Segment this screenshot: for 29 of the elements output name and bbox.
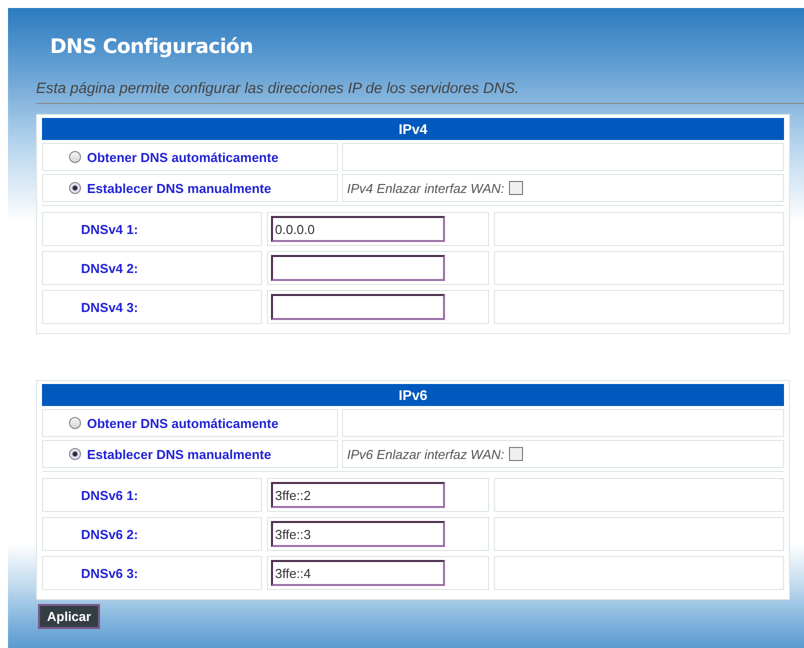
field-label: DNSv6 2: [81, 526, 138, 542]
option-label: Establecer DNS manualmente [87, 446, 272, 462]
wan-bind-label: IPv6 Enlazar interfaz WAN: [347, 446, 504, 462]
checkbox[interactable] [509, 181, 524, 195]
input-field[interactable] [271, 255, 445, 281]
page-description: Esta página permite configurar las direcciones IP de los servidores DNS. [36, 80, 520, 99]
radio-button[interactable] [69, 151, 81, 163]
input-field[interactable]: 3ffe::4 [271, 560, 445, 586]
input-field[interactable]: 3ffe::2 [271, 482, 445, 508]
radio-button[interactable] [69, 448, 81, 460]
input-field[interactable] [271, 294, 445, 320]
page-title: DNS Configuración [50, 34, 254, 58]
field-label: DNSv6 3: [81, 566, 138, 580]
input-field[interactable]: 3ffe::3 [271, 521, 445, 547]
section-header: IPv4 [42, 118, 784, 140]
input-field[interactable]: 0.0.0.0 [271, 216, 445, 242]
checkbox[interactable] [509, 447, 524, 461]
section-header: IPv6 [42, 384, 784, 406]
option-label: Obtener DNS automáticamente [87, 150, 278, 164]
field-label: DNSv6 1: [81, 488, 138, 502]
radio-button[interactable] [69, 182, 81, 194]
field-label: DNSv4 2: [81, 260, 138, 276]
option-label: Obtener DNS automáticamente [87, 416, 278, 430]
field-label: DNSv4 1: [81, 222, 138, 236]
apply-button[interactable]: Aplicar [38, 604, 100, 629]
option-label: Establecer DNS manualmente [87, 180, 272, 196]
radio-button[interactable] [69, 417, 81, 429]
wan-bind-label: IPv4 Enlazar interfaz WAN: [347, 180, 504, 196]
field-label: DNSv4 3: [81, 300, 138, 314]
